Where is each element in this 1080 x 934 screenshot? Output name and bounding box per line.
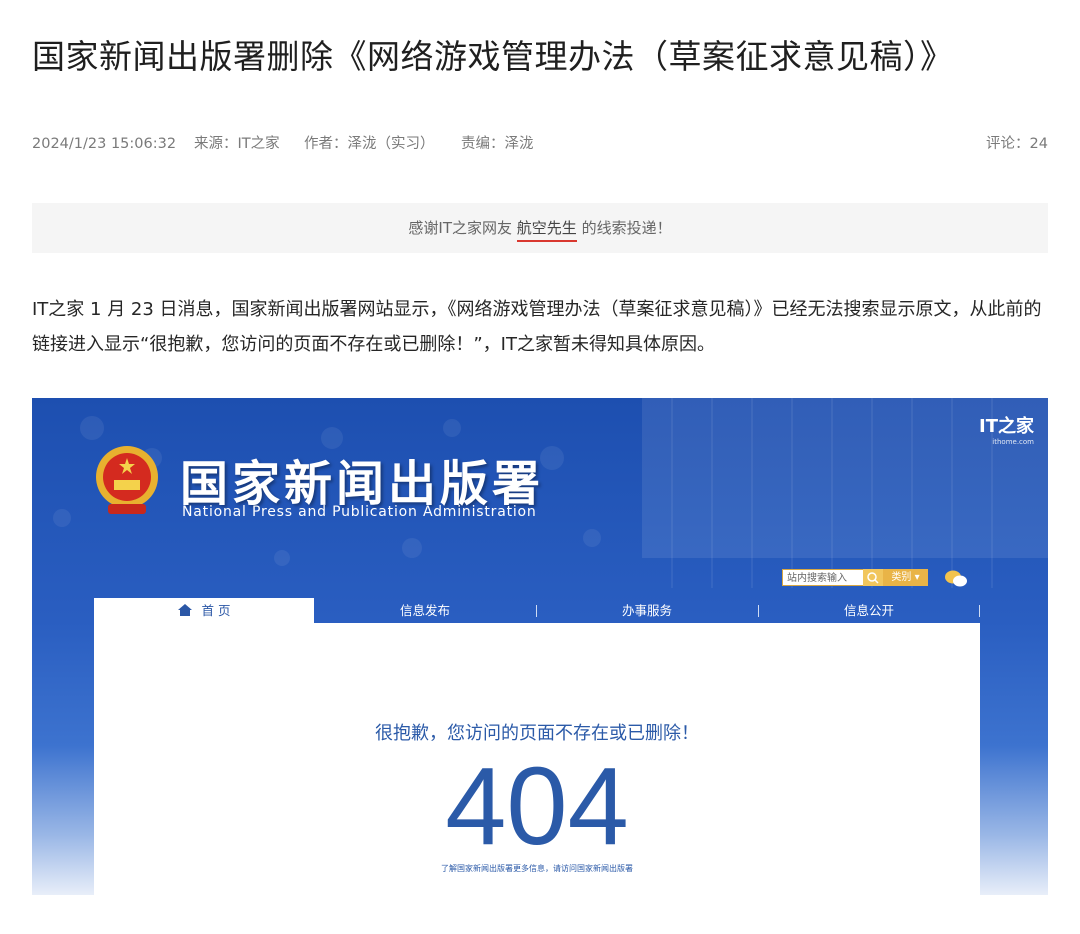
error-message: 很抱歉，您访问的页面不存在或已删除！ [375,723,699,744]
contributor-link[interactable]: 航空先生 [516,219,577,242]
category-dropdown[interactable]: 类别 ▾ [883,569,928,586]
thanks-prefix: 感谢IT之家网友 [408,219,517,237]
error-code: 404 [445,745,629,868]
nav-tab-services[interactable]: 办事服务 [536,598,758,623]
article-image: IT之家 ithome.com 国家新闻出版署 National Press a… [32,398,1048,895]
nav-tab-info-release[interactable]: 信息发布 [314,598,536,623]
comment-count-link[interactable]: 评论：24 [986,133,1048,155]
author-link[interactable]: 作者：泽泷（实习） [304,133,435,155]
publish-date: 2024/1/23 15:06:32 [32,136,177,152]
search-button[interactable] [863,569,883,586]
site-name-en: National Press and Publication Administr… [182,504,537,520]
thanks-banner: 感谢IT之家网友 航空先生 的线索投递！ [32,203,1048,253]
source-link[interactable]: 来源：IT之家 [194,133,280,155]
error-tip-link[interactable]: 了解国家新闻出版署更多信息，请访问国家新闻出版署 [94,863,980,874]
article-body: IT之家 1 月 23 日消息，国家新闻出版署网站显示，《网络游戏管理办法（草案… [32,299,1042,355]
error-panel: 很抱歉，您访问的页面不存在或已删除！ 404 了解国家新闻出版署更多信息，请访问… [94,623,980,895]
editor-label: 责编：泽泷 [461,136,534,152]
article-title: 国家新闻出版署删除《网络游戏管理办法（草案征求意见稿）》 [32,37,954,76]
national-emblem-icon [96,446,158,514]
nav-tab-home[interactable]: 首 页 [94,598,314,623]
nav-divider [979,605,980,617]
thanks-suffix: 的线索投递！ [576,219,672,237]
site-nav: 首 页 信息发布 办事服务 信息公开 [94,598,980,623]
nav-tab-info-disclosure[interactable]: 信息公开 [758,598,980,623]
watermark-logo: IT之家 ithome.com [979,416,1034,446]
article-meta: 2024/1/23 15:06:32 来源：IT之家 作者：泽泷（实习） 责编：… [32,133,1048,155]
search-icon [867,572,879,584]
home-icon [177,604,192,616]
wechat-icon[interactable] [944,569,968,589]
